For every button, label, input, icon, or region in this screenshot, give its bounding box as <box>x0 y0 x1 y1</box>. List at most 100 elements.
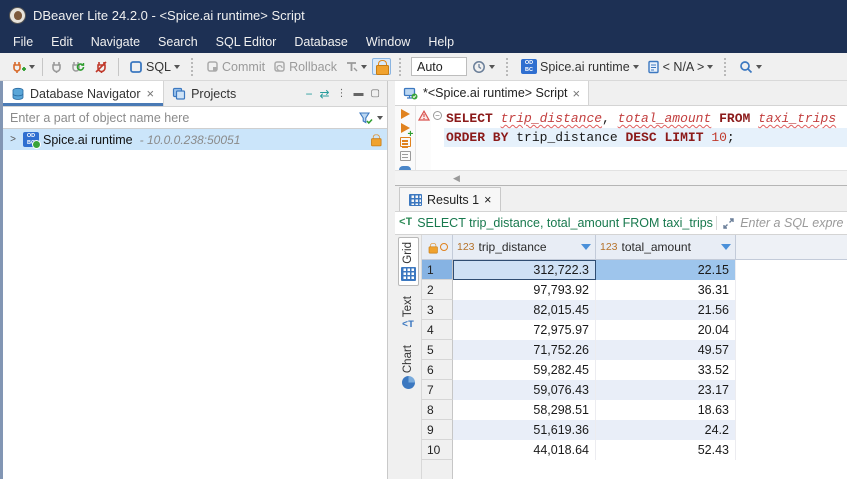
result-view-tabs: Grid Text <T Chart <box>395 235 422 479</box>
row-number[interactable]: 9 <box>422 420 453 440</box>
cell-trip_distance[interactable]: 59,076.43 <box>453 380 596 400</box>
row-number[interactable]: 5 <box>422 340 453 360</box>
collapse-all-icon[interactable]: − <box>305 87 312 101</box>
object-filter-input[interactable]: Enter a part of object name here <box>10 111 358 125</box>
link-with-editor-icon[interactable]: ⇄ <box>319 87 329 101</box>
column-header-total_amount[interactable]: 123total_amount <box>596 235 736 259</box>
tab-database-navigator[interactable]: Database Navigator × <box>3 81 164 106</box>
execute-script-new-tab-icon[interactable] <box>400 151 411 161</box>
row-number[interactable]: 7 <box>422 380 453 400</box>
filter-expression-input[interactable]: Enter a SQL expression to <box>740 216 843 230</box>
sql-editor-button[interactable]: SQL <box>126 58 183 76</box>
transaction-log-button[interactable] <box>469 58 498 76</box>
row-number[interactable]: 10 <box>422 440 453 460</box>
sort-dropdown-icon[interactable] <box>721 244 731 250</box>
cell-trip_distance[interactable]: 97,793.92 <box>453 280 596 300</box>
execute-script-icon[interactable] <box>400 137 411 147</box>
new-connection-button[interactable] <box>8 58 38 76</box>
cell-trip_distance[interactable]: 58,298.51 <box>453 400 596 420</box>
connection-tree-item[interactable]: > ODBC Spice.ai runtime - 10.0.0.238:500… <box>3 129 387 150</box>
disconnect-button[interactable] <box>91 58 111 76</box>
row-number[interactable]: 1 <box>422 260 453 280</box>
row-number[interactable]: 3 <box>422 300 453 320</box>
row-number[interactable]: 2 <box>422 280 453 300</box>
cell-total_amount[interactable]: 36.31 <box>596 280 736 300</box>
title-bar[interactable]: DBeaver Lite 24.2.0 - <Spice.ai runtime>… <box>0 0 847 30</box>
warning-icon[interactable] <box>418 110 430 121</box>
sort-dropdown-icon[interactable] <box>581 244 591 250</box>
cell-trip_distance[interactable]: 51,619.36 <box>453 420 596 440</box>
view-tab-grid[interactable]: Grid <box>398 237 419 286</box>
row-filler <box>736 420 847 440</box>
commit-button[interactable]: Commit <box>203 58 268 76</box>
menu-item-search[interactable]: Search <box>149 33 207 51</box>
close-icon[interactable]: × <box>573 86 581 101</box>
minimize-view-icon[interactable]: ▬ <box>354 88 364 99</box>
rollback-button[interactable]: Rollback <box>270 58 340 76</box>
table-row: 1044,018.6452.43 <box>422 440 847 460</box>
connect-button[interactable] <box>47 58 66 76</box>
code-line[interactable]: ORDER BY trip_distance DESC LIMIT 10; <box>444 128 847 147</box>
object-filter-row: Enter a part of object name here <box>3 107 387 129</box>
execute-statement-icon[interactable] <box>401 109 410 119</box>
panel-sash[interactable] <box>388 81 395 479</box>
expand-panel-icon[interactable] <box>722 217 735 230</box>
view-tab-text[interactable]: Text <T <box>400 292 416 335</box>
commit-mode-combo[interactable]: Auto <box>411 57 467 76</box>
sql-code-area[interactable]: SELECT trip_distance, total_amount FROM … <box>444 106 847 170</box>
row-number[interactable]: 4 <box>422 320 453 340</box>
menu-item-file[interactable]: File <box>4 33 42 51</box>
row-number[interactable]: 6 <box>422 360 453 380</box>
menu-item-edit[interactable]: Edit <box>42 33 82 51</box>
close-icon[interactable]: × <box>484 193 491 207</box>
editor-horizontal-scrollbar[interactable]: ◀ <box>395 170 847 185</box>
cell-total_amount[interactable]: 33.52 <box>596 360 736 380</box>
menu-item-sql-editor[interactable]: SQL Editor <box>207 33 286 51</box>
menu-item-database[interactable]: Database <box>285 33 357 51</box>
text-view-icon: <T <box>402 320 414 331</box>
scroll-left-icon[interactable]: ◀ <box>453 173 460 184</box>
cell-trip_distance[interactable]: 72,975.97 <box>453 320 596 340</box>
cell-trip_distance[interactable]: 59,282.45 <box>453 360 596 380</box>
close-icon[interactable]: × <box>145 86 155 101</box>
cell-total_amount[interactable]: 18.63 <box>596 400 736 420</box>
column-header-trip_distance[interactable]: 123trip_distance <box>453 235 596 259</box>
menu-item-window[interactable]: Window <box>357 33 419 51</box>
execute-new-tab-icon[interactable] <box>401 123 410 133</box>
cell-trip_distance[interactable]: 71,752.26 <box>453 340 596 360</box>
cell-total_amount[interactable]: 22.15 <box>596 260 736 280</box>
fold-collapse-icon[interactable]: − <box>433 111 442 120</box>
cell-total_amount[interactable]: 52.43 <box>596 440 736 460</box>
connection-lock-toggle[interactable] <box>372 58 391 75</box>
active-connection-selector[interactable]: ODBC Spice.ai runtime <box>518 57 642 76</box>
view-tab-chart[interactable]: Chart <box>400 341 417 393</box>
rollback-label: Rollback <box>289 60 337 74</box>
cell-total_amount[interactable]: 49.57 <box>596 340 736 360</box>
filter-funnel-icon[interactable] <box>358 111 373 125</box>
view-menu-icon[interactable]: ⋮ <box>337 88 347 99</box>
cell-trip_distance[interactable]: 44,018.64 <box>453 440 596 460</box>
chevron-down-icon[interactable] <box>377 116 383 120</box>
row-number[interactable]: 8 <box>422 400 453 420</box>
expand-chevron-icon[interactable]: > <box>7 134 19 145</box>
reconnect-button[interactable] <box>68 58 89 76</box>
maximize-view-icon[interactable]: ▢ <box>371 88 380 99</box>
transaction-mode-button[interactable] <box>342 58 370 75</box>
menu-item-navigate[interactable]: Navigate <box>82 33 149 51</box>
tab-results-1[interactable]: Results 1 × <box>399 187 501 211</box>
cell-trip_distance[interactable]: 82,015.45 <box>453 300 596 320</box>
cell-total_amount[interactable]: 24.2 <box>596 420 736 440</box>
tab-sql-script[interactable]: *<Spice.ai runtime> Script × <box>395 81 589 105</box>
code-line[interactable]: SELECT trip_distance, total_amount FROM … <box>444 109 847 128</box>
tab-label: Chart <box>402 345 414 373</box>
search-button[interactable] <box>736 58 765 76</box>
cell-total_amount[interactable]: 20.04 <box>596 320 736 340</box>
tab-projects[interactable]: Projects <box>164 81 244 106</box>
active-schema-selector[interactable]: < N/A > <box>644 58 717 76</box>
cell-total_amount[interactable]: 23.17 <box>596 380 736 400</box>
grid-corner-cell[interactable] <box>422 235 453 259</box>
cell-trip_distance[interactable]: 312,722.3 <box>453 260 596 280</box>
menu-item-help[interactable]: Help <box>419 33 463 51</box>
cell-total_amount[interactable]: 21.56 <box>596 300 736 320</box>
plug-refresh-icon <box>71 60 86 74</box>
